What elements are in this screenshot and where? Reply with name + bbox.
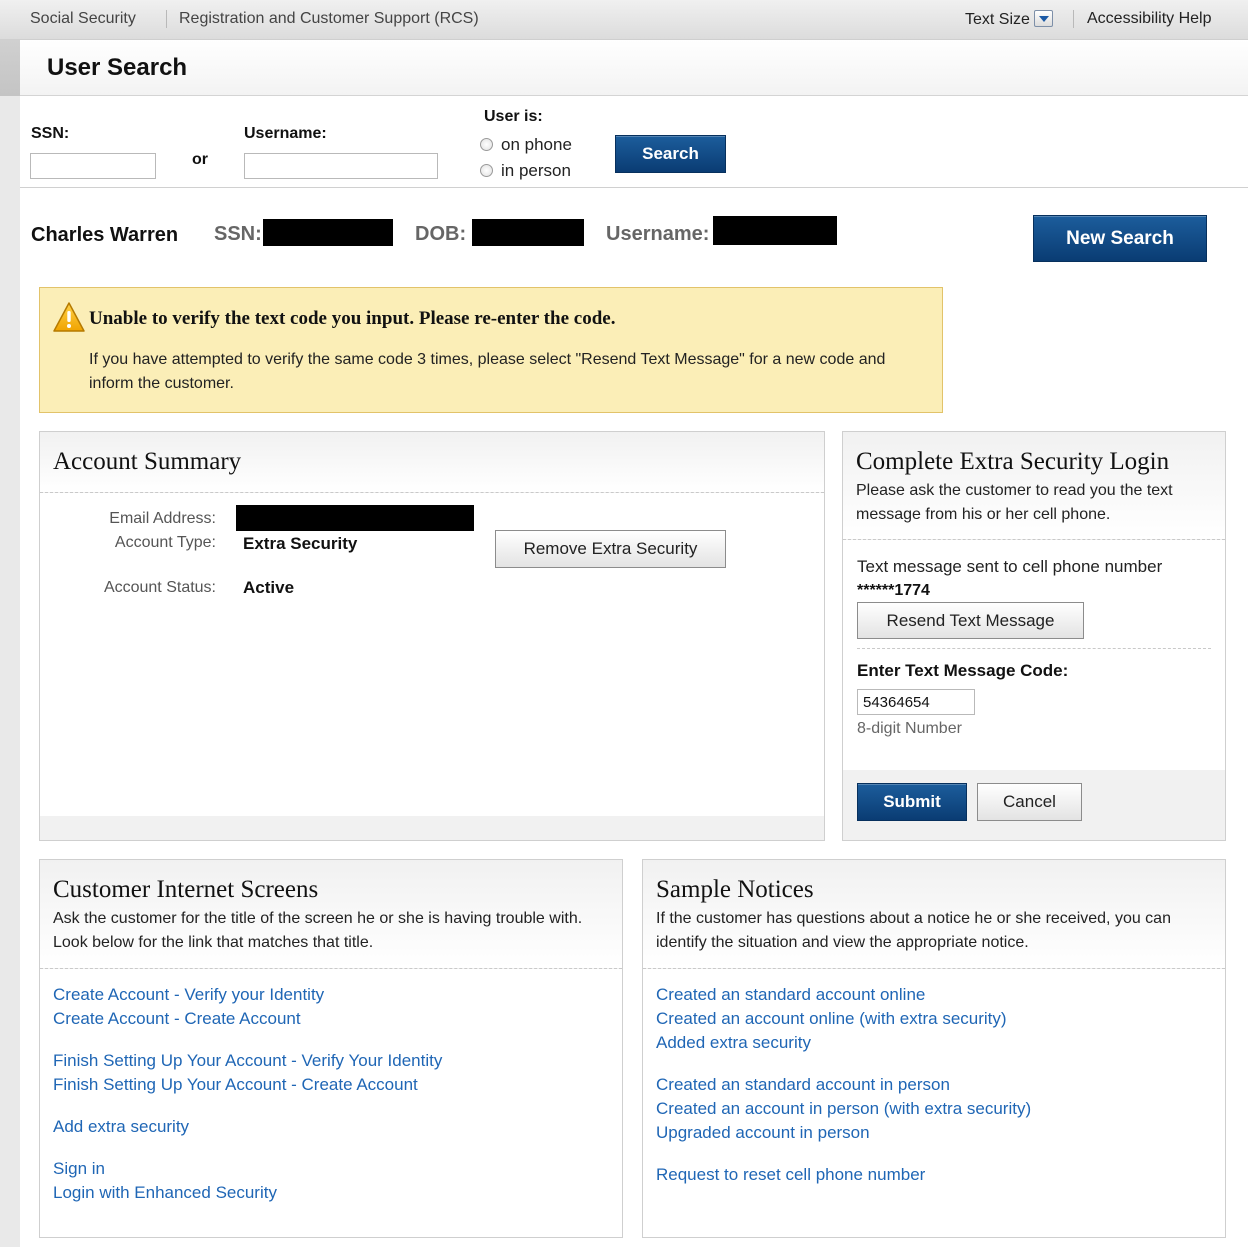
redacted-dob bbox=[472, 219, 584, 246]
panel-header: Customer Internet Screens Ask the custom… bbox=[40, 860, 622, 969]
panel-title: Sample Notices bbox=[656, 876, 814, 903]
link-finish-setup-create[interactable]: Finish Setting Up Your Account - Create … bbox=[53, 1075, 418, 1095]
divider bbox=[1073, 10, 1074, 28]
link-create-account-create[interactable]: Create Account - Create Account bbox=[53, 1009, 301, 1029]
user-name: Charles Warren bbox=[31, 224, 179, 246]
redacted-ssn bbox=[263, 219, 393, 246]
text-code-input[interactable] bbox=[857, 689, 975, 715]
link-account-in-person-extra-security[interactable]: Created an account in person (with extra… bbox=[656, 1099, 1031, 1119]
or-label: or bbox=[192, 151, 208, 168]
page-title: User Search bbox=[47, 54, 188, 81]
panel-title: Complete Extra Security Login bbox=[856, 448, 1170, 475]
radio-label: in person bbox=[501, 161, 571, 180]
remove-extra-security-button[interactable]: Remove Extra Security bbox=[495, 530, 726, 568]
link-standard-account-in-person[interactable]: Created an standard account in person bbox=[656, 1075, 950, 1095]
text-size-label: Text Size bbox=[965, 11, 1030, 28]
link-account-online-extra-security[interactable]: Created an account online (with extra se… bbox=[656, 1009, 1007, 1029]
username-label: Username: bbox=[244, 125, 327, 142]
breadcrumb-social-security[interactable]: Social Security bbox=[30, 10, 136, 28]
text-size-control[interactable]: Text Size bbox=[965, 10, 1053, 29]
ssn-label: SSN: bbox=[31, 125, 70, 142]
radio-on-phone[interactable]: on phone bbox=[480, 135, 572, 155]
redacted-username bbox=[713, 216, 837, 245]
panel-footer bbox=[40, 816, 824, 840]
link-sign-in[interactable]: Sign in bbox=[53, 1159, 105, 1179]
panel-header: Account Summary bbox=[40, 432, 824, 493]
redacted-email bbox=[236, 505, 474, 531]
user-dob-label: DOB: bbox=[415, 223, 467, 245]
panel-title: Account Summary bbox=[53, 448, 242, 475]
chevron-down-icon[interactable] bbox=[1033, 10, 1053, 27]
account-type-label: Account Type: bbox=[114, 534, 216, 551]
radio-label: on phone bbox=[501, 135, 572, 154]
radio-button[interactable] bbox=[480, 164, 493, 177]
alert-title: Unable to verify the text code you input… bbox=[89, 308, 616, 329]
account-summary-panel: Account Summary Email Address: Account T… bbox=[39, 431, 825, 841]
user-is-label: User is: bbox=[484, 108, 543, 125]
account-status-value: Active bbox=[243, 578, 295, 597]
account-status-label: Account Status: bbox=[103, 579, 216, 596]
user-ssn-label: SSN: bbox=[214, 223, 262, 245]
divider bbox=[857, 648, 1211, 649]
panel-subtitle: Please ask the customer to read you the … bbox=[856, 482, 1173, 523]
radio-in-person[interactable]: in person bbox=[480, 161, 571, 181]
accessibility-help-link[interactable]: Accessibility Help bbox=[1087, 10, 1211, 28]
sample-notices-panel: Sample Notices If the customer has quest… bbox=[642, 859, 1226, 1238]
link-added-extra-security[interactable]: Added extra security bbox=[656, 1033, 811, 1053]
alert-body: If you have attempted to verify the same… bbox=[89, 351, 886, 392]
sent-text-label: Text message sent to cell phone number bbox=[857, 557, 1163, 576]
divider bbox=[166, 10, 167, 28]
warning-icon bbox=[53, 302, 85, 332]
link-standard-account-online[interactable]: Created an standard account online bbox=[656, 985, 925, 1005]
divider bbox=[20, 187, 1248, 188]
username-input[interactable] bbox=[244, 153, 438, 179]
link-create-account-verify[interactable]: Create Account - Verify your Identity bbox=[53, 985, 324, 1005]
search-button[interactable]: Search bbox=[615, 135, 726, 173]
user-username-label: Username: bbox=[606, 223, 710, 245]
account-type-value: Extra Security bbox=[243, 534, 358, 553]
new-search-button[interactable]: New Search bbox=[1033, 215, 1207, 262]
panel-subtitle: Ask the customer for the title of the sc… bbox=[53, 910, 583, 951]
code-hint: 8-digit Number bbox=[857, 720, 962, 737]
header-strip: User Search bbox=[0, 40, 1248, 96]
extra-security-panel: Complete Extra Security Login Please ask… bbox=[842, 431, 1226, 841]
panel-header: Complete Extra Security Login Please ask… bbox=[843, 432, 1225, 540]
breadcrumb-rcs[interactable]: Registration and Customer Support (RCS) bbox=[179, 10, 479, 28]
code-label: Enter Text Message Code: bbox=[857, 661, 1069, 680]
panel-title: Customer Internet Screens bbox=[53, 876, 319, 903]
link-add-extra-security[interactable]: Add extra security bbox=[53, 1117, 189, 1137]
masked-phone-number: ******1774 bbox=[857, 582, 930, 599]
customer-screens-panel: Customer Internet Screens Ask the custom… bbox=[39, 859, 623, 1238]
error-alert: Unable to verify the text code you input… bbox=[39, 287, 943, 413]
submit-button[interactable]: Submit bbox=[857, 783, 967, 821]
cancel-button[interactable]: Cancel bbox=[977, 783, 1082, 821]
radio-button[interactable] bbox=[480, 138, 493, 151]
link-finish-setup-verify[interactable]: Finish Setting Up Your Account - Verify … bbox=[53, 1051, 442, 1071]
link-reset-cell-phone[interactable]: Request to reset cell phone number bbox=[656, 1165, 925, 1185]
top-bar: Social Security Registration and Custome… bbox=[0, 0, 1248, 40]
panel-header: Sample Notices If the customer has quest… bbox=[643, 860, 1225, 969]
link-login-enhanced-security[interactable]: Login with Enhanced Security bbox=[53, 1183, 277, 1203]
ssn-input[interactable] bbox=[30, 153, 156, 179]
link-upgraded-account-in-person[interactable]: Upgraded account in person bbox=[656, 1123, 870, 1143]
email-label: Email Address: bbox=[109, 510, 216, 527]
panel-subtitle: If the customer has questions about a no… bbox=[656, 910, 1171, 951]
resend-text-message-button[interactable]: Resend Text Message bbox=[857, 602, 1084, 639]
